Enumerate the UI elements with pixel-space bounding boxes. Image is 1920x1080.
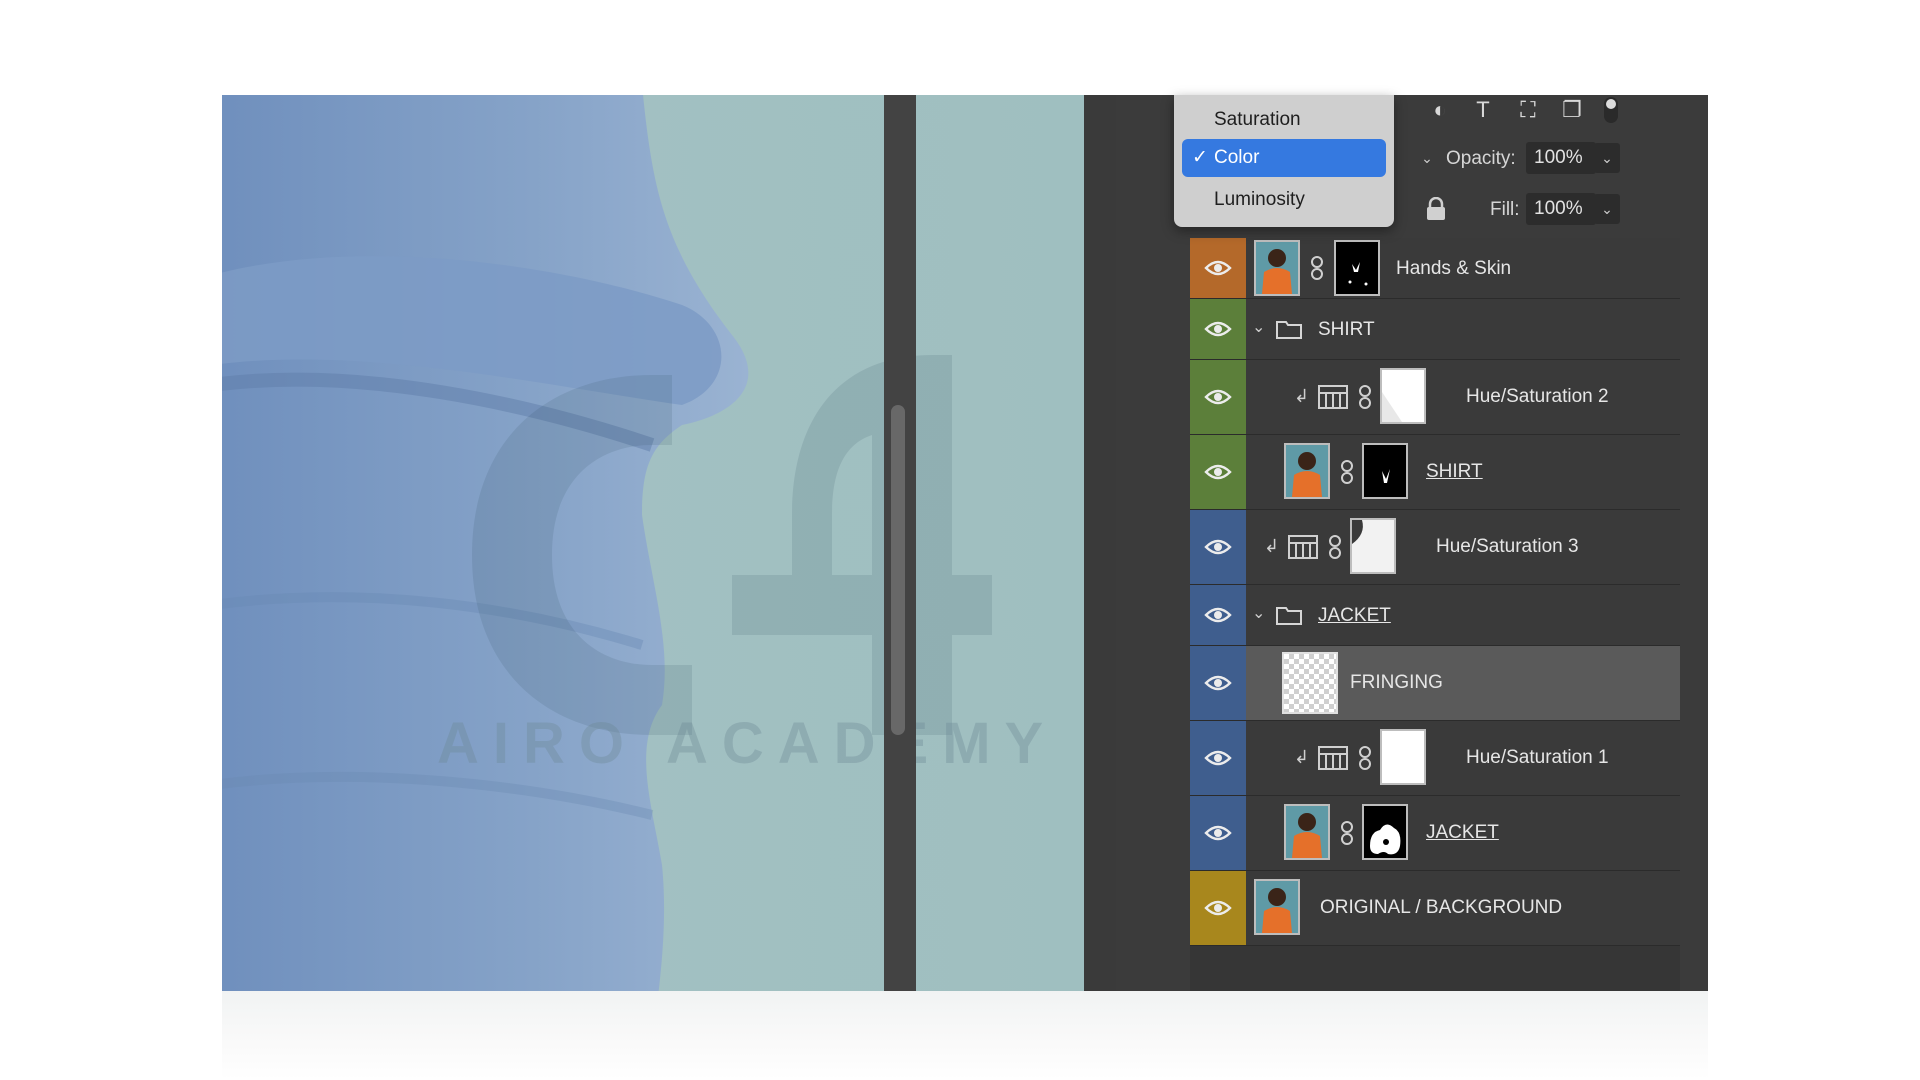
image-canvas[interactable]: AIRO ACADEMY [222, 95, 1084, 991]
link-icon[interactable] [1310, 256, 1324, 280]
opacity-chevron-icon[interactable]: ⌄ [1594, 143, 1620, 173]
opacity-input[interactable]: 100% [1526, 142, 1596, 174]
watermark-logo-icon [472, 355, 992, 735]
blend-mode-menu: Saturation ✓ Color Luminosity [1174, 95, 1394, 227]
layer-mask-thumbnail[interactable] [1350, 518, 1396, 574]
adjustment-filter-icon[interactable]: ◐ [1426, 95, 1454, 125]
layer-thumbnail[interactable] [1254, 879, 1300, 935]
layer-mask-thumbnail[interactable] [1362, 443, 1408, 499]
layer-name[interactable]: ORIGINAL / BACKGROUND [1320, 897, 1562, 919]
layer-name[interactable]: Hue/Saturation 2 [1466, 386, 1609, 408]
layer-name[interactable]: FRINGING [1350, 672, 1443, 694]
clipping-arrow-icon: ↲ [1264, 536, 1280, 556]
visibility-eye-icon[interactable] [1204, 605, 1232, 625]
smart-object-filter-icon[interactable]: ❐ [1558, 95, 1586, 125]
link-icon[interactable] [1328, 535, 1342, 559]
layer-name[interactable]: JACKET [1318, 605, 1391, 627]
visibility-eye-icon[interactable] [1204, 673, 1232, 693]
layer-name[interactable]: SHIRT [1426, 461, 1483, 483]
lock-icon[interactable] [1425, 197, 1447, 221]
layer-row-jacket[interactable]: JACKET [1190, 796, 1680, 871]
link-icon[interactable] [1340, 460, 1354, 484]
visibility-eye-icon[interactable] [1204, 258, 1232, 278]
folder-icon [1276, 321, 1302, 339]
group-expand-chevron-icon[interactable]: ⌄ [1252, 317, 1265, 337]
fill-chevron-icon[interactable]: ⌄ [1594, 194, 1620, 224]
layer-name[interactable]: Hue/Saturation 3 [1436, 536, 1579, 558]
layer-name[interactable]: Hands & Skin [1396, 258, 1511, 280]
layer-color-tag [1190, 238, 1246, 298]
layer-row-hands-skin[interactable]: Hands & Skin [1190, 238, 1680, 299]
layer-mask-thumbnail[interactable] [1380, 368, 1426, 424]
visibility-eye-icon[interactable] [1204, 898, 1232, 918]
shape-filter-icon[interactable]: ⛶ [1514, 95, 1542, 125]
layer-name[interactable]: SHIRT [1318, 319, 1375, 341]
clipping-arrow-icon: ↲ [1294, 386, 1310, 406]
filter-toggle[interactable] [1604, 97, 1618, 123]
layer-group-jacket[interactable]: ⌄ JACKET [1190, 585, 1680, 646]
layer-color-tag [1190, 510, 1246, 584]
group-expand-chevron-icon[interactable]: ⌄ [1252, 603, 1265, 623]
bottom-reflection [222, 991, 1708, 1080]
menu-item-label: Color [1214, 147, 1260, 168]
canvas-scrollbar-thumb[interactable] [891, 405, 905, 735]
layer-row-hue-saturation-1[interactable]: ↲ Hue/Saturation 1 [1190, 721, 1680, 796]
fill-label: Fill: [1490, 199, 1520, 220]
layer-row-fringing[interactable]: FRINGING [1190, 646, 1680, 721]
blend-mode-option-color[interactable]: ✓ Color [1182, 139, 1386, 177]
layer-mask-thumbnail[interactable] [1334, 240, 1380, 296]
opacity-label: Opacity: [1446, 148, 1516, 169]
link-icon[interactable] [1358, 746, 1372, 770]
blend-mode-option-saturation[interactable]: Saturation [1182, 101, 1386, 139]
layer-name[interactable]: JACKET [1426, 822, 1499, 844]
layer-thumbnail[interactable] [1284, 443, 1330, 499]
visibility-eye-icon[interactable] [1204, 462, 1232, 482]
layer-color-tag [1190, 871, 1246, 945]
hue-saturation-adjustment-icon[interactable] [1288, 535, 1318, 559]
layer-group-shirt[interactable]: ⌄ SHIRT [1190, 299, 1680, 360]
layer-color-tag [1190, 646, 1246, 720]
visibility-eye-icon[interactable] [1204, 823, 1232, 843]
layer-thumbnail-transparent[interactable] [1282, 652, 1338, 714]
visibility-eye-icon[interactable] [1204, 537, 1232, 557]
layer-thumbnail[interactable] [1284, 804, 1330, 860]
menu-item-label: Luminosity [1214, 189, 1305, 210]
hue-saturation-adjustment-icon[interactable] [1318, 385, 1348, 409]
layer-thumbnail[interactable] [1254, 240, 1300, 296]
filter-toggle-knob [1606, 99, 1616, 109]
layer-row-hue-saturation-2[interactable]: ↲ Hue/Saturation 2 [1190, 360, 1680, 435]
layer-color-tag [1190, 299, 1246, 359]
layer-row-shirt[interactable]: SHIRT [1190, 435, 1680, 510]
checkmark-icon: ✓ [1192, 147, 1208, 168]
visibility-eye-icon[interactable] [1204, 387, 1232, 407]
layer-color-tag [1190, 796, 1246, 870]
hue-saturation-adjustment-icon[interactable] [1318, 746, 1348, 770]
fill-input[interactable]: 100% [1526, 193, 1596, 225]
link-icon[interactable] [1358, 385, 1372, 409]
layer-color-tag [1190, 360, 1246, 434]
visibility-eye-icon[interactable] [1204, 748, 1232, 768]
type-filter-icon[interactable]: T [1469, 95, 1497, 125]
folder-icon [1276, 607, 1302, 625]
layer-color-tag [1190, 721, 1246, 795]
layer-row-original-background[interactable]: ORIGINAL / BACKGROUND [1190, 871, 1680, 946]
blend-mode-option-luminosity[interactable]: Luminosity [1182, 181, 1386, 219]
layer-mask-thumbnail[interactable] [1380, 729, 1426, 785]
layer-name[interactable]: Hue/Saturation 1 [1466, 747, 1609, 769]
blend-mode-chevron-icon[interactable]: ⌄ [1414, 143, 1440, 173]
clipping-arrow-icon: ↲ [1294, 747, 1310, 767]
layer-row-hue-saturation-3[interactable]: ↲ Hue/Saturation 3 [1190, 510, 1680, 585]
visibility-eye-icon[interactable] [1204, 319, 1232, 339]
layer-color-tag [1190, 585, 1246, 645]
link-icon[interactable] [1340, 821, 1354, 845]
watermark-text: AIRO ACADEMY [437, 711, 1058, 776]
layer-color-tag [1190, 435, 1246, 509]
menu-item-label: Saturation [1214, 109, 1301, 130]
layer-mask-thumbnail[interactable] [1362, 804, 1408, 860]
